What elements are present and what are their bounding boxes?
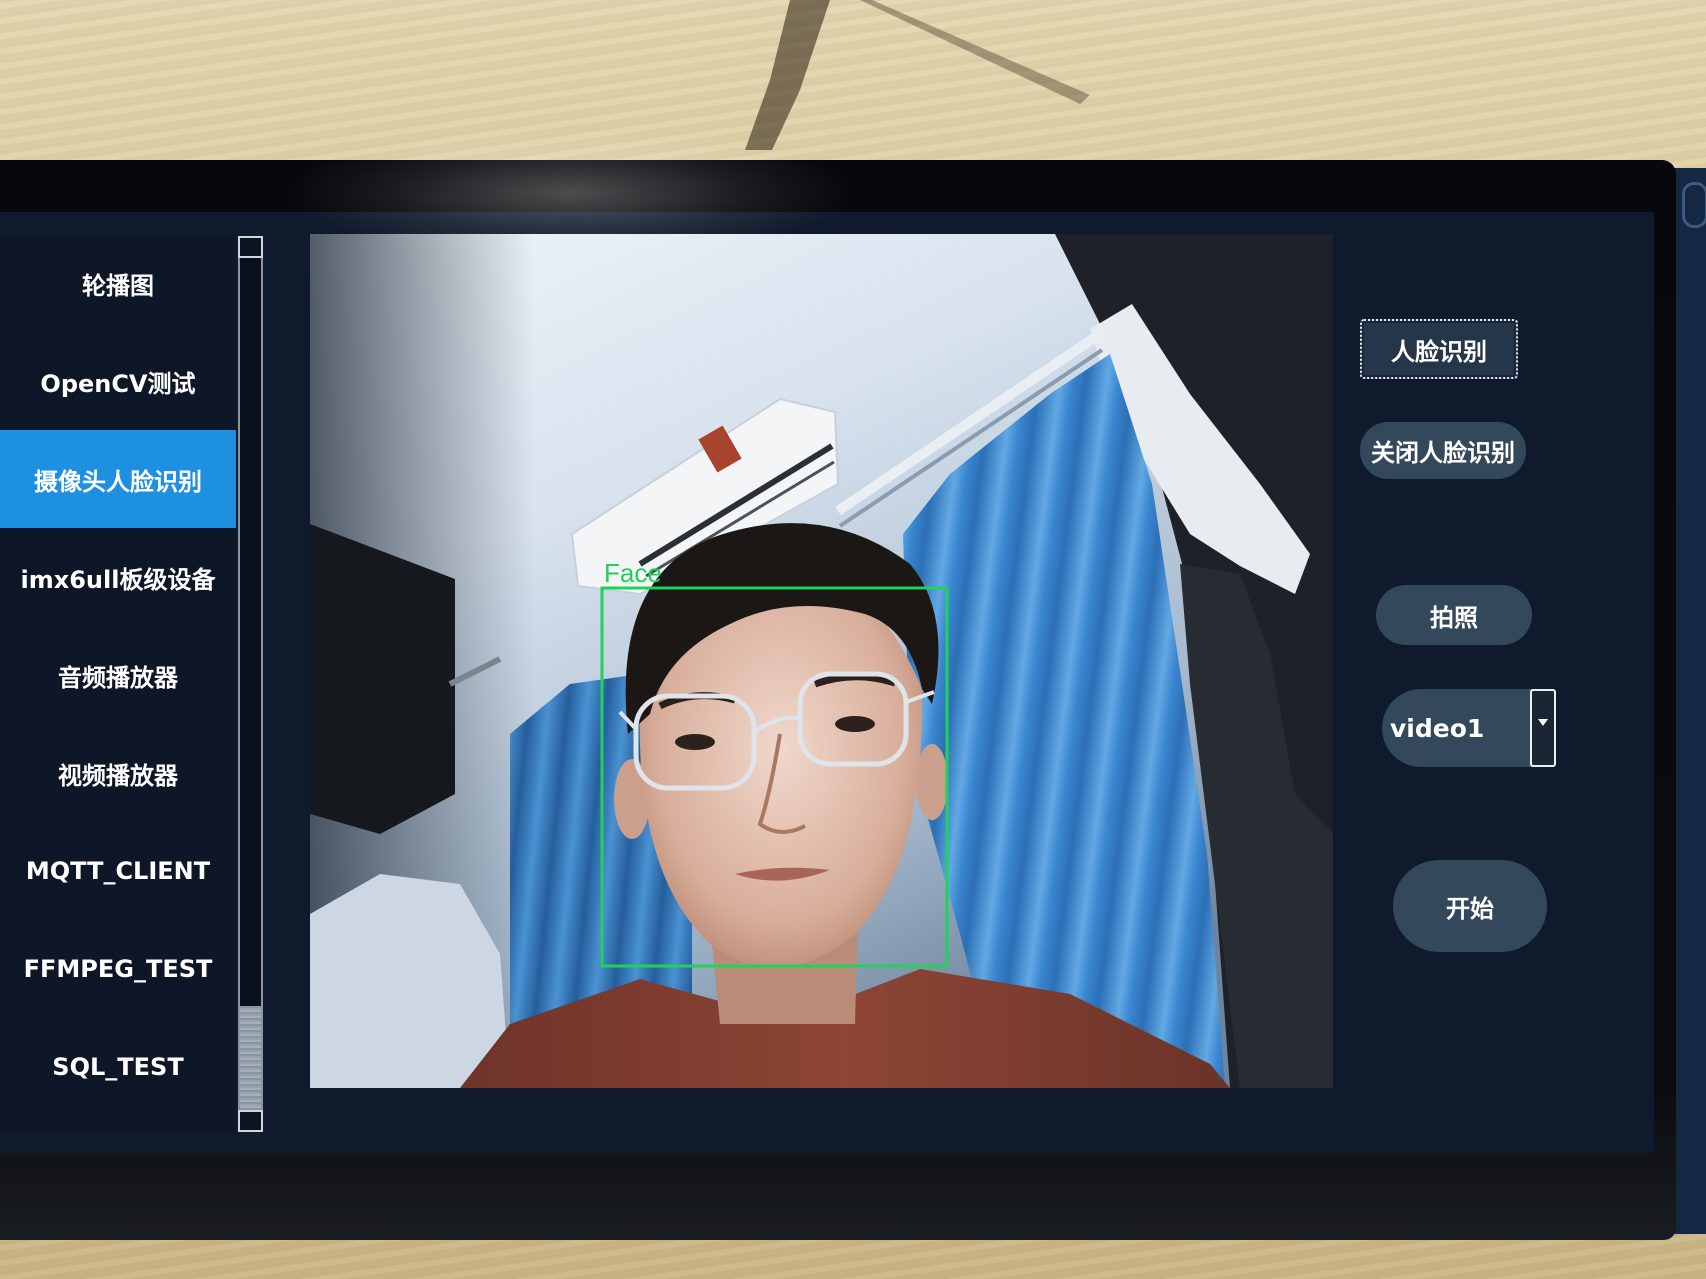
scrollbar-handle[interactable] — [240, 1006, 261, 1110]
sidebar-item-label: FFMPEG_TEST — [23, 955, 213, 983]
photo-scene: 轮播图 OpenCV测试 摄像头人脸识别 imx6ull板级设备 音频播放器 视… — [0, 0, 1706, 1279]
sidebar-item-label: 视频播放器 — [58, 761, 178, 790]
face-recognition-button[interactable]: 人脸识别 — [1360, 319, 1518, 379]
sidebar-menu: 轮播图 OpenCV测试 摄像头人脸识别 imx6ull板级设备 音频播放器 视… — [0, 234, 236, 1132]
sidebar-item-label: MQTT_CLIENT — [25, 857, 211, 885]
table-shadow — [745, 0, 1090, 150]
scroll-down-button[interactable] — [238, 1110, 263, 1132]
close-face-recognition-button[interactable]: 关闭人脸识别 — [1360, 422, 1526, 479]
sidebar-item-camera-face-recognition[interactable]: 摄像头人脸识别 — [0, 430, 236, 528]
device-bezel: 轮播图 OpenCV测试 摄像头人脸识别 imx6ull板级设备 音频播放器 视… — [0, 160, 1676, 1240]
right-ear — [916, 744, 948, 820]
lcd-screen: 轮播图 OpenCV测试 摄像头人脸识别 imx6ull板级设备 音频播放器 视… — [0, 212, 1654, 1153]
video-device-select[interactable]: video1 — [1382, 689, 1556, 767]
take-photo-button-label: 拍照 — [1430, 603, 1478, 632]
chevron-down-icon — [1538, 719, 1548, 726]
sidebar-item-imx6ull-board-devices[interactable]: imx6ull板级设备 — [0, 528, 236, 626]
sidebar-item-label: 摄像头人脸识别 — [34, 467, 202, 496]
cable-shadow — [745, 0, 830, 150]
mounting-hole — [1682, 182, 1706, 228]
video-device-value: video1 — [1390, 713, 1485, 743]
sidebar-scrollbar[interactable] — [238, 236, 263, 1132]
camera-frame: Face — [310, 234, 1333, 1088]
face-recognition-button-label: 人脸识别 — [1391, 337, 1487, 366]
cable-shadow-thin — [860, 0, 1090, 104]
scrollbar-track[interactable] — [238, 258, 263, 1110]
scroll-up-button[interactable] — [238, 236, 263, 258]
sidebar-item-carousel[interactable]: 轮播图 — [0, 234, 236, 332]
sidebar-item-label: SQL_TEST — [52, 1053, 184, 1081]
sidebar-item-mqtt-client[interactable]: MQTT_CLIENT — [0, 822, 236, 920]
sidebar-item-video-player[interactable]: 视频播放器 — [0, 724, 236, 822]
right-eye — [835, 716, 875, 732]
start-button[interactable]: 开始 — [1393, 860, 1547, 952]
sidebar-item-label: OpenCV测试 — [40, 369, 196, 398]
sidebar-item-label: 轮播图 — [82, 271, 154, 300]
sidebar-item-ffmpeg-test[interactable]: FFMPEG_TEST — [0, 920, 236, 1018]
dropdown-button[interactable] — [1530, 689, 1556, 767]
sidebar-item-sql-test[interactable]: SQL_TEST — [0, 1018, 236, 1116]
sidebar-item-label: 音频播放器 — [58, 663, 178, 692]
close-face-recognition-button-label: 关闭人脸识别 — [1371, 439, 1515, 467]
face-detection-label: Face — [604, 558, 662, 588]
left-eye — [675, 734, 715, 750]
start-button-label: 开始 — [1446, 894, 1494, 923]
take-photo-button[interactable]: 拍照 — [1376, 585, 1532, 645]
sidebar-item-audio-player[interactable]: 音频播放器 — [0, 626, 236, 724]
camera-feed: Face — [310, 234, 1333, 1088]
sidebar-item-opencv-test[interactable]: OpenCV测试 — [0, 332, 236, 430]
sidebar-item-label: imx6ull板级设备 — [20, 565, 216, 594]
